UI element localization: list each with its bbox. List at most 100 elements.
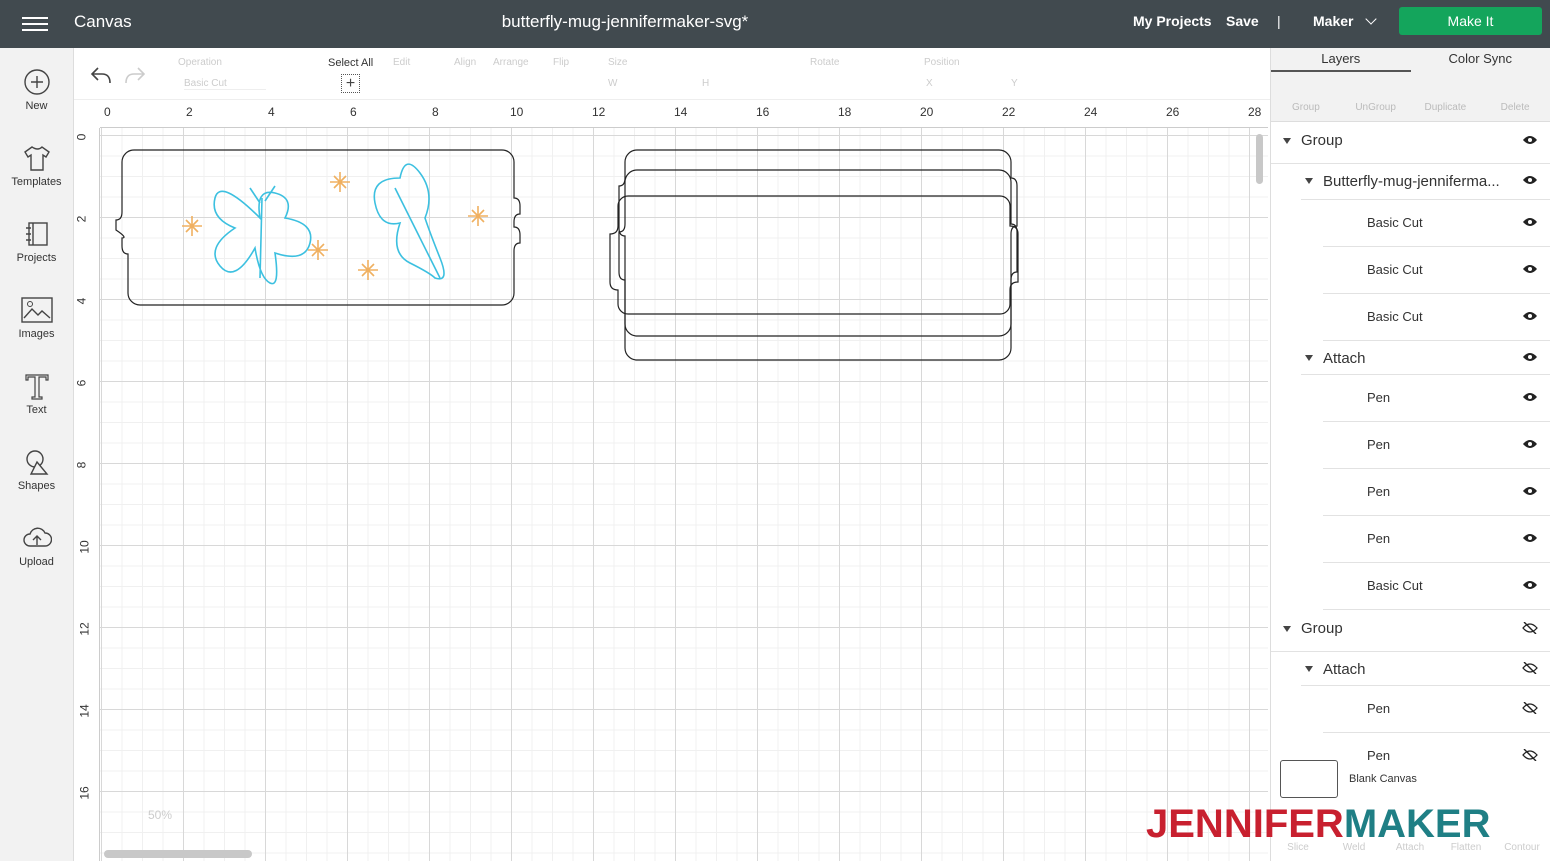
sidebar-item-images[interactable]: Images [0,276,73,352]
canvas-artwork [115,149,1019,361]
eye-hidden-icon[interactable] [1522,622,1538,634]
design-canvas[interactable]: 50% [100,128,1268,861]
eye-hidden-icon[interactable] [1522,662,1538,674]
contour-button[interactable]: Contour [1494,842,1550,853]
position-label: Position [924,57,960,68]
sidebar-item-shapes[interactable]: Shapes [0,428,73,504]
layer-row[interactable]: Pen [1271,422,1550,469]
sidebar-item-new[interactable]: New [0,48,73,124]
layer-row[interactable]: Basic Cut [1271,200,1550,247]
sidebar-item-templates[interactable]: Templates [0,124,73,200]
horizontal-scrollbar[interactable] [104,850,252,858]
eye-icon[interactable] [1522,174,1538,186]
operation-select[interactable]: Basic Cut [184,78,266,90]
shirt-icon [23,146,50,171]
ruler-tick-label: 12 [77,622,92,636]
make-it-button[interactable]: Make It [1399,7,1542,35]
layer-row[interactable]: Group [1271,610,1550,652]
group-button[interactable]: Group [1271,72,1341,121]
eye-icon[interactable] [1522,134,1538,146]
left-sidebar: New Templates Projects Images Text Shape… [0,48,74,861]
save-button[interactable]: Save [1226,13,1259,29]
layer-label: Attach [1323,350,1366,367]
ruler-tick-label: 20 [920,105,934,119]
sidebar-label: Projects [16,252,57,264]
layer-row[interactable]: Group [1271,122,1550,164]
delete-button[interactable]: Delete [1480,72,1550,121]
layer-row[interactable]: Pen [1271,733,1550,762]
layer-row[interactable]: Basic Cut [1271,247,1550,294]
ruler-tick-label: 16 [756,105,770,119]
sidebar-item-upload[interactable]: Upload [0,504,73,580]
eye-icon[interactable] [1522,579,1538,591]
expand-triangle-icon[interactable] [1305,178,1313,184]
ruler-tick-label: 8 [74,461,89,469]
ruler-tick-label: 12 [592,105,606,119]
select-all-button[interactable]: + [341,74,360,93]
expand-triangle-icon[interactable] [1283,138,1291,144]
eye-icon[interactable] [1522,532,1538,544]
layer-label: Group [1301,620,1343,637]
eye-hidden-icon[interactable] [1522,702,1538,714]
layer-row[interactable]: Basic Cut [1271,294,1550,341]
divider: | [1277,13,1281,29]
layer-label: Attach [1323,661,1366,678]
tab-color-sync[interactable]: Color Sync [1411,48,1550,72]
sidebar-label: Upload [19,556,54,568]
eye-icon[interactable] [1522,310,1538,322]
ruler-tick-label: 14 [77,704,92,718]
expand-triangle-icon[interactable] [1305,666,1313,672]
eye-icon[interactable] [1522,485,1538,497]
sidebar-item-text[interactable]: Text [0,352,73,428]
expand-triangle-icon[interactable] [1283,626,1291,632]
sidebar-label: New [25,100,48,112]
height-field[interactable]: H [702,78,709,89]
eye-icon[interactable] [1522,263,1538,275]
eye-icon[interactable] [1522,216,1538,228]
my-projects-link[interactable]: My Projects [1133,13,1212,29]
width-field[interactable]: W [608,78,617,89]
machine-select[interactable]: Maker [1313,13,1378,29]
blank-canvas-swatch[interactable] [1280,760,1338,798]
layers-panel: Layers Color Sync Group UnGroup Duplicate… [1270,48,1550,861]
ruler-tick-label: 14 [674,105,688,119]
zoom-level: 50% [148,808,173,822]
layer-label: Pen [1367,748,1391,762]
vertical-scrollbar[interactable] [1256,134,1263,184]
mug-wrap-design[interactable] [115,149,1019,361]
tab-layers[interactable]: Layers [1271,48,1411,72]
y-field[interactable]: Y [1011,78,1018,89]
layer-label: Pen [1367,701,1391,716]
butterfly-right [373,163,445,280]
layer-label: Butterfly-mug-jenniferma... [1323,173,1500,190]
layer-label: Pen [1367,390,1391,405]
eye-icon[interactable] [1522,438,1538,450]
ruler-tick-label: 2 [74,215,89,223]
plus-circle-icon [23,69,50,95]
layer-label: Basic Cut [1367,215,1423,230]
layer-row[interactable]: Pen [1271,375,1550,422]
layer-row[interactable]: Pen [1271,686,1550,733]
ruler-tick-label: 18 [838,105,852,119]
ruler-tick-label: 4 [268,105,275,119]
top-bar: Canvas butterfly-mug-jennifermaker-svg* … [0,0,1550,48]
layer-row[interactable]: Pen [1271,516,1550,563]
duplicate-button[interactable]: Duplicate [1411,72,1481,121]
layer-label: Basic Cut [1367,262,1423,277]
layer-row[interactable]: Basic Cut [1271,563,1550,610]
layer-label: Pen [1367,484,1391,499]
eye-icon[interactable] [1522,351,1538,363]
eye-icon[interactable] [1522,391,1538,403]
flip-label: Flip [553,57,570,68]
expand-triangle-icon[interactable] [1305,355,1313,361]
x-field[interactable]: X [926,78,933,89]
layer-row[interactable]: Attach [1271,341,1550,375]
layer-row[interactable]: Pen [1271,469,1550,516]
undo-icon[interactable] [90,66,112,84]
ungroup-button[interactable]: UnGroup [1341,72,1411,121]
layer-row[interactable]: Butterfly-mug-jenniferma... [1271,164,1550,200]
layer-row[interactable]: Attach [1271,652,1550,686]
sidebar-item-projects[interactable]: Projects [0,200,73,276]
redo-icon[interactable] [124,66,146,84]
eye-hidden-icon[interactable] [1522,749,1538,761]
